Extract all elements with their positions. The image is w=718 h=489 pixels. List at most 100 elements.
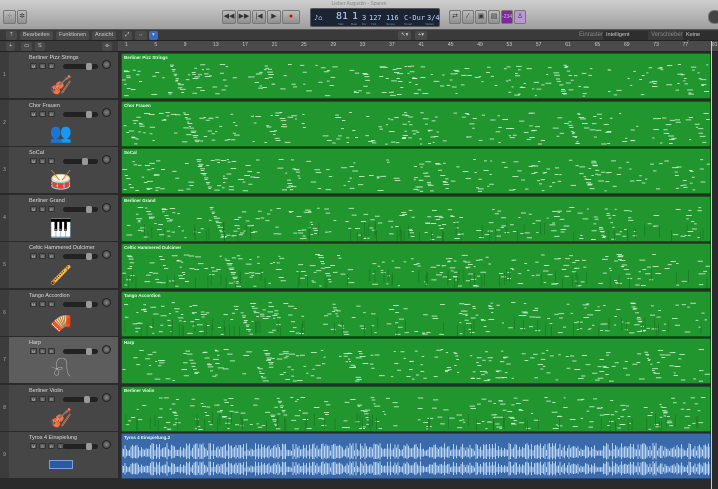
audio-region[interactable]: Tyros 4 Einspielung.2 bbox=[121, 433, 711, 479]
pan-knob[interactable] bbox=[102, 392, 111, 402]
track-name[interactable]: Tyros 4 Einspielung bbox=[29, 435, 77, 441]
volume-slider[interactable] bbox=[63, 158, 98, 165]
add-track-button[interactable]: + bbox=[6, 42, 16, 51]
track-mute-button[interactable]: M bbox=[30, 63, 37, 69]
inspector-button[interactable]: ✲ bbox=[17, 10, 27, 24]
volume-slider[interactable] bbox=[63, 395, 98, 403]
track-record-button[interactable]: R bbox=[48, 63, 55, 69]
lcd-display[interactable]: ♪⌂ 81 1 3 127 116 C-Dur 3/4 Takt Beat Di… bbox=[310, 8, 440, 27]
track-name[interactable]: Berliner Violin bbox=[29, 388, 63, 394]
track-solo-button[interactable]: S bbox=[39, 395, 46, 402]
track-header[interactable]: 6 Tango Accordion M S R 🪗 bbox=[0, 289, 118, 337]
solo-mode-button[interactable]: ▣ bbox=[475, 10, 487, 24]
track-record-button[interactable]: R bbox=[48, 348, 55, 354]
cycle-button[interactable]: ⇄ bbox=[449, 10, 461, 24]
track-header[interactable]: 4 Berliner Grand M S R 🎹 bbox=[0, 194, 118, 242]
track-solo-button[interactable]: S bbox=[39, 348, 46, 354]
track-record-button[interactable]: R bbox=[48, 443, 55, 449]
track-header[interactable]: 2 Chor Frauen M S R 👥 bbox=[0, 99, 118, 147]
snap-select[interactable]: Intelligent bbox=[603, 31, 648, 40]
track-name[interactable]: Celtic Hammered Dulcimer bbox=[29, 245, 95, 251]
track-mute-button[interactable]: M bbox=[30, 300, 37, 307]
track-record-button[interactable]: R bbox=[48, 205, 55, 212]
track-record-button[interactable]: R bbox=[48, 158, 55, 164]
zoom-track-button[interactable]: ⌯ bbox=[102, 42, 113, 51]
pan-knob[interactable] bbox=[102, 297, 111, 307]
track-record-button[interactable]: R bbox=[48, 110, 55, 117]
volume-slider[interactable] bbox=[63, 300, 98, 308]
track-record-button[interactable]: R bbox=[48, 300, 55, 307]
track-mute-button[interactable]: M bbox=[30, 348, 37, 354]
track-header[interactable]: 9 Tyros 4 Einspielung M S R I bbox=[0, 432, 118, 479]
pan-knob[interactable] bbox=[102, 107, 111, 117]
track-mute-button[interactable]: M bbox=[30, 253, 37, 259]
volume-slider[interactable] bbox=[63, 205, 98, 213]
track-header[interactable]: 3 SoCal M S R 🥁 bbox=[0, 147, 118, 194]
snap-view-button[interactable]: ⇔ bbox=[135, 31, 147, 40]
track-solo-button[interactable]: S bbox=[39, 205, 46, 212]
drag-select[interactable]: Keine Überlapp bbox=[683, 31, 718, 47]
rewind-button[interactable]: ◀◀ bbox=[222, 10, 236, 24]
forward-button[interactable]: ▶▶ bbox=[237, 10, 251, 24]
track-mute-button[interactable]: M bbox=[30, 395, 37, 402]
play-button[interactable]: ▶ bbox=[267, 10, 281, 24]
midi-region[interactable]: Tango Accordion bbox=[121, 290, 711, 337]
pan-knob[interactable] bbox=[102, 202, 111, 212]
go-to-start-button[interactable]: |◀ bbox=[252, 10, 266, 24]
volume-slider[interactable] bbox=[63, 253, 98, 260]
menu-ansicht[interactable]: Ansicht bbox=[92, 31, 117, 40]
track-solo-button[interactable]: S bbox=[39, 63, 46, 69]
midi-region[interactable]: Chor Frauen bbox=[121, 100, 711, 147]
record-button[interactable]: ● bbox=[282, 10, 300, 24]
filter-button[interactable]: ⇡ bbox=[6, 31, 17, 40]
midi-region[interactable]: Berliner Grand bbox=[121, 195, 711, 242]
track-header[interactable]: 1 Berliner Pizz Strings M S R 🎻 bbox=[0, 52, 118, 99]
secondary-tool[interactable]: +▾ bbox=[415, 31, 427, 40]
track-name[interactable]: Harp bbox=[29, 340, 41, 346]
menu-funktionen[interactable]: Funktionen bbox=[56, 31, 90, 40]
track-solo-button[interactable]: S bbox=[39, 110, 46, 117]
track-header[interactable]: 5 Celtic Hammered Dulcimer M S R 🪈 bbox=[0, 242, 118, 289]
track-name[interactable]: Chor Frauen bbox=[29, 103, 60, 109]
track-mute-button[interactable]: M bbox=[30, 205, 37, 212]
volume-slider[interactable] bbox=[63, 63, 98, 70]
master-volume-slider[interactable] bbox=[708, 10, 718, 24]
track-header[interactable]: 8 Berliner Violin M S R 🎻 bbox=[0, 384, 118, 432]
volume-slider[interactable] bbox=[63, 110, 98, 118]
tuner-button[interactable]: ⁄ bbox=[462, 10, 474, 24]
midi-region[interactable]: Berliner Violin bbox=[121, 385, 711, 432]
midi-region[interactable]: SoCal bbox=[121, 148, 711, 194]
folder-icon[interactable]: ▭ bbox=[21, 42, 33, 51]
playhead[interactable] bbox=[711, 41, 712, 489]
track-mute-button[interactable]: M bbox=[30, 443, 37, 449]
count-in-value[interactable]: -234 bbox=[501, 10, 513, 24]
track-name[interactable]: Tango Accordion bbox=[29, 293, 70, 299]
track-header[interactable]: 7 Harp M S R 𓍯 bbox=[0, 337, 118, 384]
volume-slider[interactable] bbox=[63, 348, 98, 355]
automation-button[interactable]: ▾ bbox=[149, 31, 158, 40]
pointer-tool[interactable]: ↖▾ bbox=[398, 31, 412, 40]
timeline-ruler[interactable]: 1 5 9 13 17 21 25 29 33 37 41 45 49 53 57 61 65 69 73 77 81 bbox=[118, 41, 718, 52]
metronome-button[interactable]: ♙ bbox=[514, 10, 526, 24]
pan-knob[interactable] bbox=[102, 440, 111, 449]
track-solo-button[interactable]: S bbox=[39, 158, 46, 164]
track-name[interactable]: Berliner Pizz Strings bbox=[29, 55, 79, 61]
count-in-button[interactable]: ▤ bbox=[488, 10, 500, 24]
catch-button[interactable]: ⤢ bbox=[122, 31, 133, 40]
track-solo-button[interactable]: S bbox=[39, 443, 46, 449]
track-name[interactable]: SoCal bbox=[29, 150, 44, 156]
midi-region[interactable]: Berliner Pizz Strings bbox=[121, 53, 711, 99]
midi-region[interactable]: Celtic Hammered Dulcimer bbox=[121, 243, 711, 289]
smart-controls-button[interactable]: S bbox=[35, 42, 45, 51]
volume-slider[interactable] bbox=[63, 443, 98, 450]
track-solo-button[interactable]: S bbox=[39, 300, 46, 307]
track-record-button[interactable]: R bbox=[48, 253, 55, 259]
pan-knob[interactable] bbox=[102, 250, 111, 259]
track-record-button[interactable]: R bbox=[48, 395, 55, 402]
library-button[interactable]: ⁘ bbox=[3, 10, 16, 24]
pan-knob[interactable] bbox=[102, 60, 111, 69]
midi-region[interactable]: Harp bbox=[121, 338, 711, 384]
track-name[interactable]: Berliner Grand bbox=[29, 198, 65, 204]
track-mute-button[interactable]: M bbox=[30, 110, 37, 117]
track-solo-button[interactable]: S bbox=[39, 253, 46, 259]
